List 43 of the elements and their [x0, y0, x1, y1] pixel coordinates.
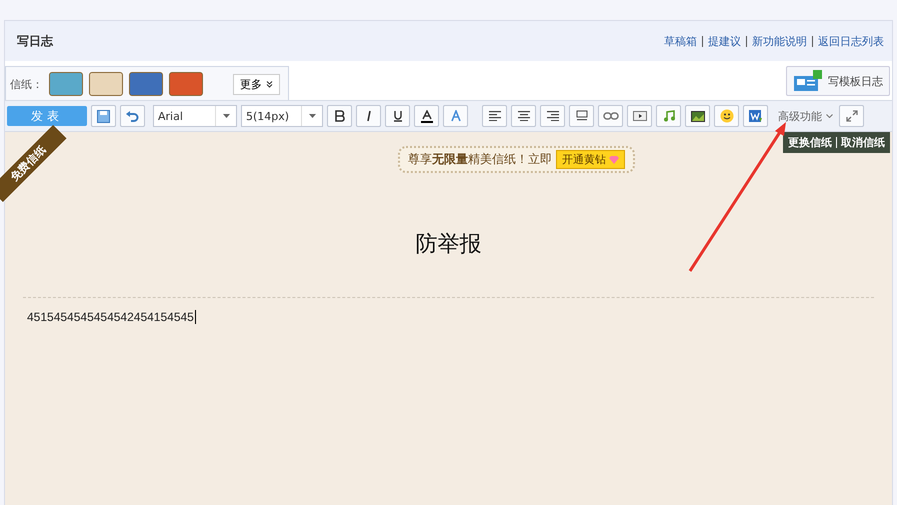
video-icon[interactable] — [627, 105, 652, 127]
chevron-icon — [826, 114, 833, 118]
align-left-icon[interactable] — [482, 105, 507, 127]
header-link[interactable]: 草稿箱 — [664, 34, 697, 48]
template-icon — [793, 70, 823, 92]
undo-icon[interactable] — [120, 105, 145, 127]
header-link[interactable]: 提建议 — [708, 34, 741, 48]
stationery-thumbnail[interactable] — [129, 72, 163, 96]
more-button[interactable]: 更多 — [233, 74, 280, 94]
italic-icon[interactable] — [356, 105, 381, 127]
cancel-stationery-link[interactable]: 取消信纸 — [841, 135, 885, 150]
font-size-select[interactable]: 5(14px) — [241, 105, 323, 127]
stationery-thumbnail[interactable] — [89, 72, 123, 96]
word-document-icon[interactable] — [743, 105, 768, 127]
font-select[interactable]: Arial — [153, 105, 237, 127]
smiley-icon[interactable] — [714, 105, 739, 127]
activate-button[interactable]: 开通黄钻 — [556, 150, 625, 169]
align-right-icon[interactable] — [540, 105, 565, 127]
double-chevron-icon — [266, 80, 272, 88]
save-icon[interactable] — [91, 105, 116, 127]
text-color-icon[interactable] — [414, 105, 439, 127]
caret-icon — [308, 114, 316, 118]
stationery-thumbnail[interactable] — [49, 72, 83, 96]
diary-body-text: 4515454545454542454154545 — [27, 310, 196, 324]
diary-title: 防举报 — [416, 231, 482, 259]
advanced-features-dropdown[interactable]: 高级功能 — [776, 108, 835, 124]
stationery-label: 信纸： — [10, 76, 43, 92]
image-icon[interactable] — [685, 105, 710, 127]
link-icon[interactable] — [598, 105, 623, 127]
promo-text: 尊享无限量精美信纸！立即 — [408, 151, 552, 168]
align-center-icon[interactable] — [511, 105, 536, 127]
underline-icon[interactable] — [385, 105, 410, 127]
stationery-thumbnail[interactable] — [169, 72, 203, 96]
diamond-icon — [609, 156, 619, 164]
template-diary-button[interactable]: 写模板日志 — [786, 66, 890, 96]
caret-icon — [222, 114, 230, 118]
header-link[interactable]: 返回日志列表 — [818, 34, 884, 48]
fullscreen-icon[interactable] — [839, 105, 864, 127]
header-link[interactable]: 新功能说明 — [752, 34, 807, 48]
bold-icon[interactable] — [327, 105, 352, 127]
change-stationery-link[interactable]: 更换信纸 — [788, 135, 832, 150]
page-title: 写日志 — [17, 32, 53, 50]
picture-frame-icon[interactable] — [569, 105, 594, 127]
